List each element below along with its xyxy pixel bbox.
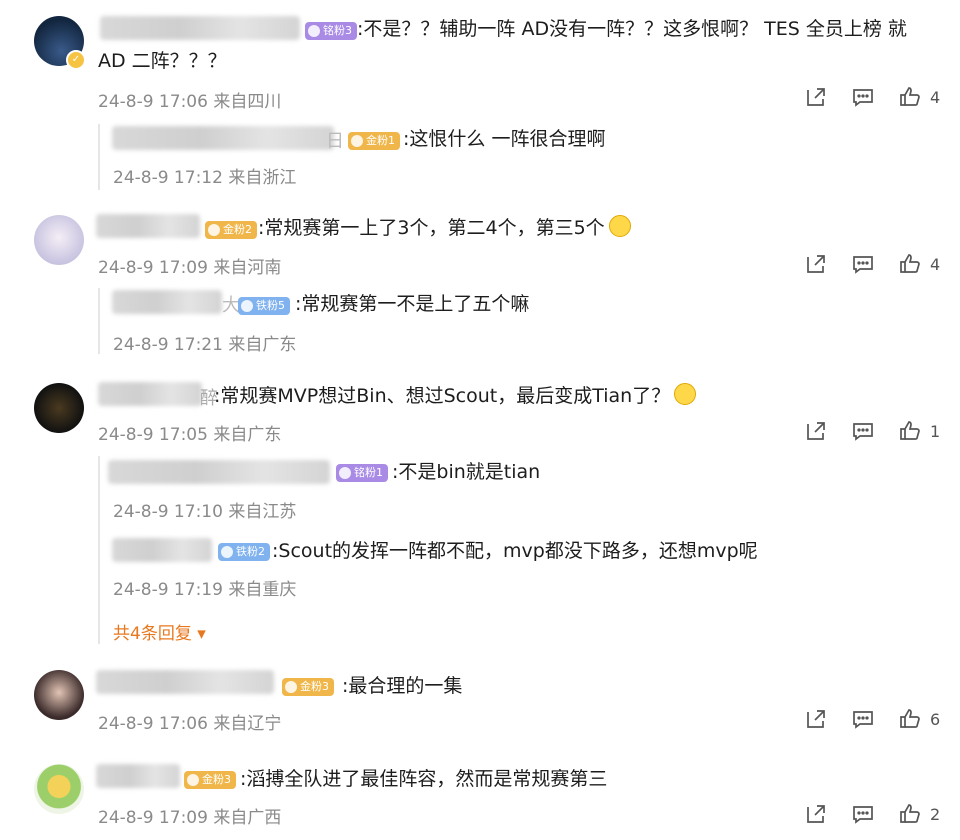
reply-thread-line [98, 288, 100, 354]
comment-actions: 1 [781, 419, 942, 443]
share-icon[interactable] [804, 707, 828, 731]
fan-badge: 铁粉5 [238, 297, 290, 315]
reply-username-blurred[interactable] [112, 290, 222, 314]
comment-item: ✓ 铭粉3 :不是？？辅助一阵 AD没有一阵？？这多恨啊？ TES 全员上榜 就… [0, 0, 960, 200]
comment-actions: 4 [781, 85, 942, 109]
thumbs-up-icon[interactable] [898, 707, 922, 731]
comment-text: :不是？？辅助一阵 AD没有一阵？？这多恨啊？ TES 全员上榜 就 [357, 18, 907, 40]
comment-actions: 6 [781, 707, 942, 731]
thumbs-up-icon[interactable] [898, 419, 922, 443]
verified-badge-icon: ✓ [66, 50, 86, 70]
avatar[interactable] [34, 215, 84, 265]
comment-actions: 2 [781, 802, 942, 826]
comment-text: :最合理的一集 [342, 675, 463, 697]
comment-meta: 24-8-9 17:09 来自河南 [98, 258, 282, 278]
fan-badge: 金粉2 [205, 221, 257, 239]
like-count: 1 [930, 421, 941, 441]
avatar[interactable] [34, 383, 84, 433]
fan-badge: 金粉3 [282, 678, 334, 696]
comment-meta: 24-8-9 17:05 来自广东 [98, 425, 282, 445]
like-count: 2 [930, 804, 941, 824]
comment-text: :常规赛第一上了3个，第二4个，第三5个 [258, 213, 631, 243]
username-blurred[interactable] [96, 764, 180, 788]
comment-item: 醉 :常规赛MVP想过Bin、想过Scout，最后变成Tian了？ 24-8-9… [0, 370, 960, 660]
reply-thread-line [98, 456, 100, 644]
thumbs-up-icon[interactable] [898, 252, 922, 276]
reply-text: :这恨什么 一阵很合理啊 [403, 128, 606, 150]
comment-icon[interactable] [851, 707, 875, 731]
fan-badge: 铭粉1 [336, 464, 388, 482]
comment-item: 金粉2 :常规赛第一上了3个，第二4个，第三5个 24-8-9 17:09 来自… [0, 200, 960, 370]
comment-item: 金粉3 :最合理的一集 24-8-9 17:06 来自辽宁 6 [0, 660, 960, 750]
comment-meta: 24-8-9 17:09 来自广西 [98, 808, 282, 828]
share-icon[interactable] [804, 252, 828, 276]
thumbs-up-icon[interactable] [898, 85, 922, 109]
avatar[interactable] [34, 764, 84, 814]
reply-meta: 24-8-9 17:12 来自浙江 [113, 168, 297, 188]
more-replies-link[interactable]: 共4条回复 ▾ [113, 619, 206, 644]
comment-meta: 24-8-9 17:06 来自辽宁 [98, 714, 282, 734]
reply-thread-line [98, 124, 100, 190]
username-blurred[interactable] [96, 670, 274, 694]
comment-meta: 24-8-9 17:06 来自四川 [98, 92, 282, 112]
emoji-icon [608, 215, 631, 237]
reply-username-blurred[interactable] [112, 126, 334, 150]
reply-meta: 24-8-9 17:10 来自江苏 [113, 502, 297, 522]
fan-badge: 铁粉2 [218, 543, 270, 561]
comment-text-continued: AD 二阵？？？ [98, 50, 227, 72]
reply-text: :常规赛第一不是上了五个嘛 [295, 293, 530, 315]
avatar[interactable] [34, 670, 84, 720]
reply-meta: 24-8-9 17:21 来自广东 [113, 335, 297, 355]
emoji-icon [674, 383, 697, 405]
comment-icon[interactable] [851, 419, 875, 443]
chevron-down-icon: ▾ [197, 624, 206, 644]
like-count: 6 [930, 709, 941, 729]
share-icon[interactable] [804, 802, 828, 826]
fan-badge: 金粉1 [348, 132, 400, 150]
like-count: 4 [930, 87, 941, 107]
reply-text: :不是bin就是tian [392, 461, 541, 483]
reply-meta: 24-8-9 17:19 来自重庆 [113, 580, 297, 600]
comment-actions: 4 [781, 252, 942, 276]
comment-icon[interactable] [851, 252, 875, 276]
comment-icon[interactable] [851, 85, 875, 109]
fan-badge: 铭粉3 [305, 22, 357, 40]
fan-badge: 金粉3 [184, 771, 236, 789]
comment-icon[interactable] [851, 802, 875, 826]
comment-list: ✓ 铭粉3 :不是？？辅助一阵 AD没有一阵？？这多恨啊？ TES 全员上榜 就… [0, 0, 960, 840]
username-blurred[interactable] [100, 16, 300, 40]
reply-name-fragment: 日 [326, 131, 344, 152]
username-blurred[interactable] [96, 214, 200, 238]
like-count: 4 [930, 254, 941, 274]
share-icon[interactable] [804, 85, 828, 109]
comment-item: 金粉3 :滔搏全队进了最佳阵容，然而是常规赛第三 24-8-9 17:09 来自… [0, 750, 960, 840]
thumbs-up-icon[interactable] [898, 802, 922, 826]
username-blurred[interactable] [98, 382, 202, 406]
share-icon[interactable] [804, 419, 828, 443]
reply-username-blurred[interactable] [108, 460, 330, 484]
comment-text: :常规赛MVP想过Bin、想过Scout，最后变成Tian了？ [214, 381, 697, 411]
reply-text: :Scout的发挥一阵都不配，mvp都没下路多，还想mvp呢 [272, 540, 758, 562]
reply-username-blurred[interactable] [112, 538, 212, 562]
comment-text: :滔搏全队进了最佳阵容，然而是常规赛第三 [240, 768, 608, 790]
